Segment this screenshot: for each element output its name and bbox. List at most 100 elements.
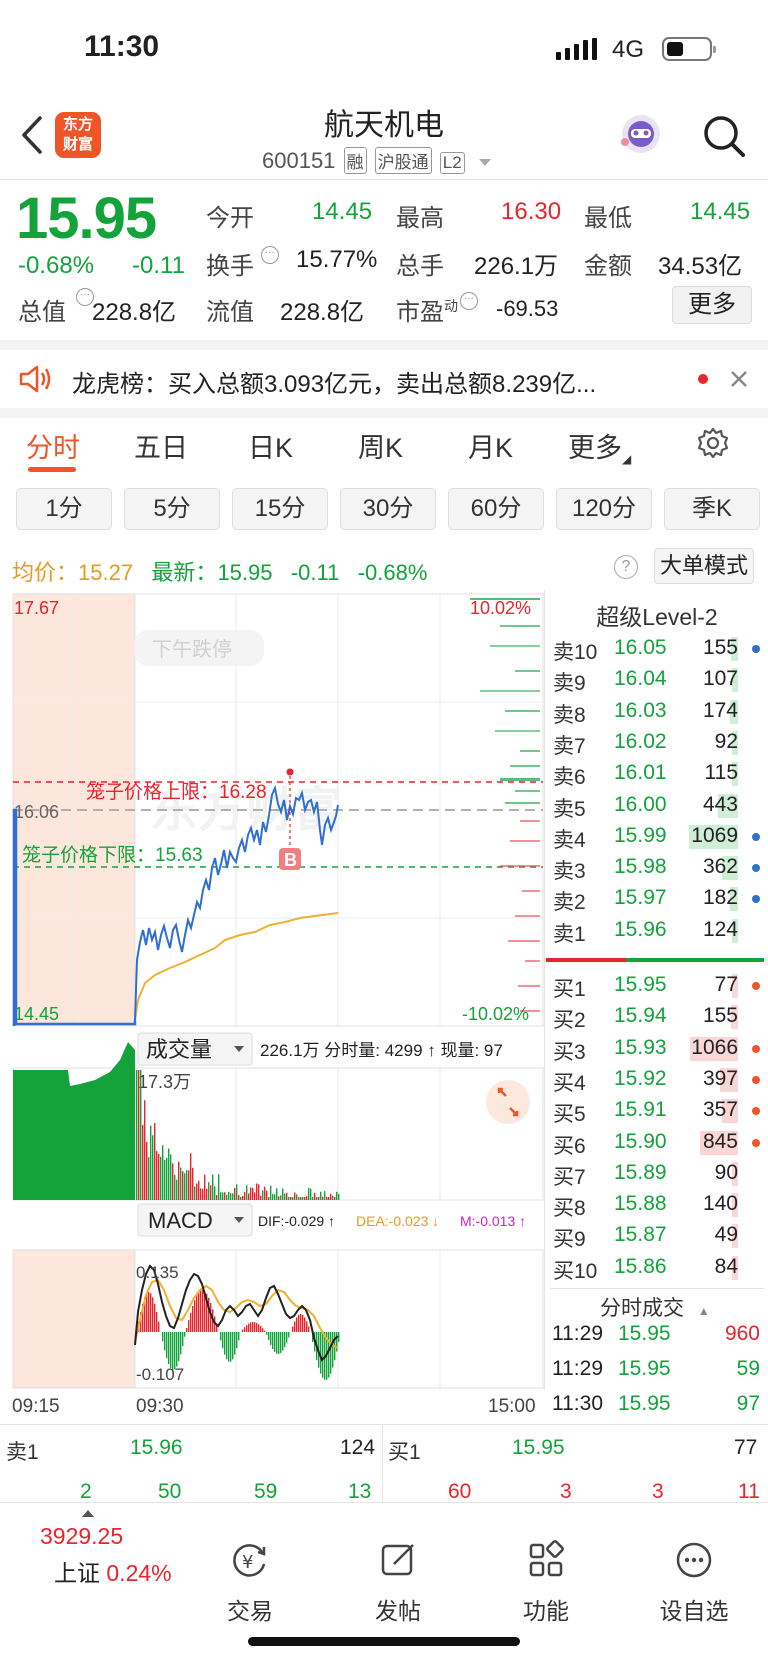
volume-bar <box>266 1190 268 1200</box>
tab-monthly[interactable]: 月K <box>468 426 513 465</box>
big-order-mode-button[interactable]: 大单模式 <box>654 548 754 584</box>
bid-row-6[interactable]: 买6 15.90 845 <box>550 1127 768 1158</box>
macd-bar <box>268 1332 270 1341</box>
bid-row-2[interactable]: 买2 15.94 155 <box>550 1001 768 1032</box>
period-120min[interactable]: 120分 <box>556 488 652 530</box>
level-price: 16.01 <box>614 761 667 785</box>
tab-weekly[interactable]: 周K <box>358 426 403 465</box>
bid-row-3[interactable]: 买3 15.93 1066 <box>550 1033 768 1064</box>
pct-axis-bottom: -10.02% <box>462 1004 529 1024</box>
amount-value: 34.53亿 <box>658 253 743 280</box>
current-price: 15.95 <box>16 186 157 251</box>
macd-m: M:-0.013 ↑ <box>460 1213 526 1229</box>
volume-bar <box>222 1192 224 1200</box>
stock-code-row[interactable]: 600151 融 沪股通 L2 <box>262 147 491 174</box>
close-icon[interactable] <box>730 370 748 388</box>
period-15min[interactable]: 15分 <box>232 488 328 530</box>
volume-bar <box>322 1196 324 1200</box>
float-value: 228.8亿 <box>280 299 365 326</box>
bid-row-4[interactable]: 买4 15.92 397 <box>550 1064 768 1095</box>
trades-title[interactable]: 分时成交 ▲ <box>600 1292 710 1322</box>
level-label: 买3 <box>553 1040 586 1064</box>
gear-icon[interactable] <box>696 426 730 460</box>
level-price: 16.04 <box>614 667 667 691</box>
period-30min[interactable]: 30分 <box>340 488 436 530</box>
volume-bar <box>214 1186 216 1200</box>
volume-bar <box>228 1191 230 1200</box>
ask-row-4[interactable]: 卖7 16.02 92 <box>550 727 768 758</box>
bid-row-8[interactable]: 买8 15.88 140 <box>550 1189 768 1220</box>
period-1min[interactable]: 1分 <box>16 488 112 530</box>
period-quarter[interactable]: 季K <box>664 488 760 530</box>
orderbook-title[interactable]: 超级Level-2 <box>552 598 762 632</box>
edit-icon <box>381 1544 414 1576</box>
volume-bar <box>254 1192 256 1200</box>
level-label: 卖7 <box>553 734 586 758</box>
macd-bar <box>186 1328 188 1332</box>
ask-row-6[interactable]: 卖5 16.00 443 <box>550 790 768 821</box>
tab-daily[interactable]: 日K <box>248 426 293 465</box>
macd-bar <box>246 1325 248 1332</box>
trade-volume: 97 <box>736 1392 760 1415</box>
intraday-chart-area[interactable]: 下午跌停 东方财富 笼子价格上限：16.28 笼子价格下限：15.63 17.6… <box>0 590 544 1420</box>
home-indicator[interactable] <box>248 1637 520 1646</box>
bid-row-5[interactable]: 买5 15.91 357 <box>550 1095 768 1126</box>
macd-bar <box>258 1324 260 1332</box>
macd-bar <box>164 1332 166 1351</box>
period-60min[interactable]: 60分 <box>448 488 544 530</box>
cage-upper-label: 笼子价格上限：16.28 <box>86 781 267 803</box>
tab-5day[interactable]: 五日 <box>134 426 188 465</box>
macd-bar <box>294 1321 296 1332</box>
spread-bar <box>546 958 764 962</box>
help-icon[interactable]: ? <box>614 555 638 579</box>
open-label: 今开 <box>206 205 254 232</box>
macd-bar <box>282 1332 284 1351</box>
more-quote-button[interactable]: 更多 <box>672 286 752 324</box>
volume-bar <box>244 1192 246 1200</box>
index-ticker[interactable]: 3929.25 上证 0.24% <box>20 1510 180 1588</box>
ask-row-3[interactable]: 卖8 16.03 174 <box>550 696 768 727</box>
level-volume: 1069 <box>691 823 738 847</box>
tag-l2: L2 <box>439 152 465 174</box>
ask-row-7[interactable]: 卖4 15.99 1069 <box>550 821 768 852</box>
bid-row-9[interactable]: 买9 15.87 49 <box>550 1220 768 1251</box>
volume-bar <box>144 1100 146 1200</box>
ask-row-9[interactable]: 卖2 15.97 182 <box>550 883 768 914</box>
ask-row-8[interactable]: 卖3 15.98 362 <box>550 852 768 883</box>
sell-queue-2: 59 <box>254 1480 278 1503</box>
ask-row-1[interactable]: 卖10 16.05 155 <box>550 633 768 664</box>
bid-row-7[interactable]: 买7 15.89 90 <box>550 1158 768 1189</box>
order-dot <box>752 1138 760 1147</box>
volume-bar <box>336 1191 338 1200</box>
nav-trade[interactable]: ¥ 交易 <box>200 1540 300 1626</box>
bid-row-10[interactable]: 买10 15.86 84 <box>550 1252 768 1283</box>
robot-assistant-icon[interactable] <box>618 112 664 158</box>
notice-bar[interactable]: 龙虎榜：买入总额3.093亿元，卖出总额8.239亿... <box>0 350 768 408</box>
buy-queue-3: 11 <box>738 1480 760 1503</box>
level-price: 15.98 <box>614 855 667 879</box>
ask-row-5[interactable]: 卖6 16.01 115 <box>550 758 768 789</box>
level-label: 卖9 <box>553 672 586 696</box>
tab-intraday[interactable]: 分时 <box>26 426 80 465</box>
bid-row-1[interactable]: 买1 15.95 77 <box>550 970 768 1001</box>
nav-watchlist[interactable]: 设自选 <box>644 1540 744 1626</box>
nav-post[interactable]: 发帖 <box>348 1540 448 1626</box>
volume-bar <box>208 1182 210 1200</box>
unread-dot <box>698 374 708 384</box>
macd-bar <box>146 1293 148 1332</box>
volume-bar <box>238 1194 240 1200</box>
search-icon[interactable] <box>702 114 746 158</box>
tab-more[interactable]: 更多◢ <box>568 426 631 466</box>
macd-bar <box>322 1332 324 1378</box>
ask-row-2[interactable]: 卖9 16.04 107 <box>550 664 768 695</box>
level-label: 买9 <box>553 1228 586 1252</box>
period-5min[interactable]: 5分 <box>124 488 220 530</box>
nav-functions[interactable]: 功能 <box>496 1540 596 1626</box>
ask-row-10[interactable]: 卖1 15.96 124 <box>550 915 768 946</box>
pct-axis-top: 10.02% <box>470 598 531 618</box>
macd-bar <box>250 1322 252 1332</box>
level-volume: 155 <box>702 636 738 659</box>
sell-queue-3: 13 <box>348 1480 372 1503</box>
volume-summary: 226.1万 分时量: 4299 ↑ 现量: 97 <box>260 1041 503 1060</box>
level-volume: 174 <box>702 698 738 722</box>
